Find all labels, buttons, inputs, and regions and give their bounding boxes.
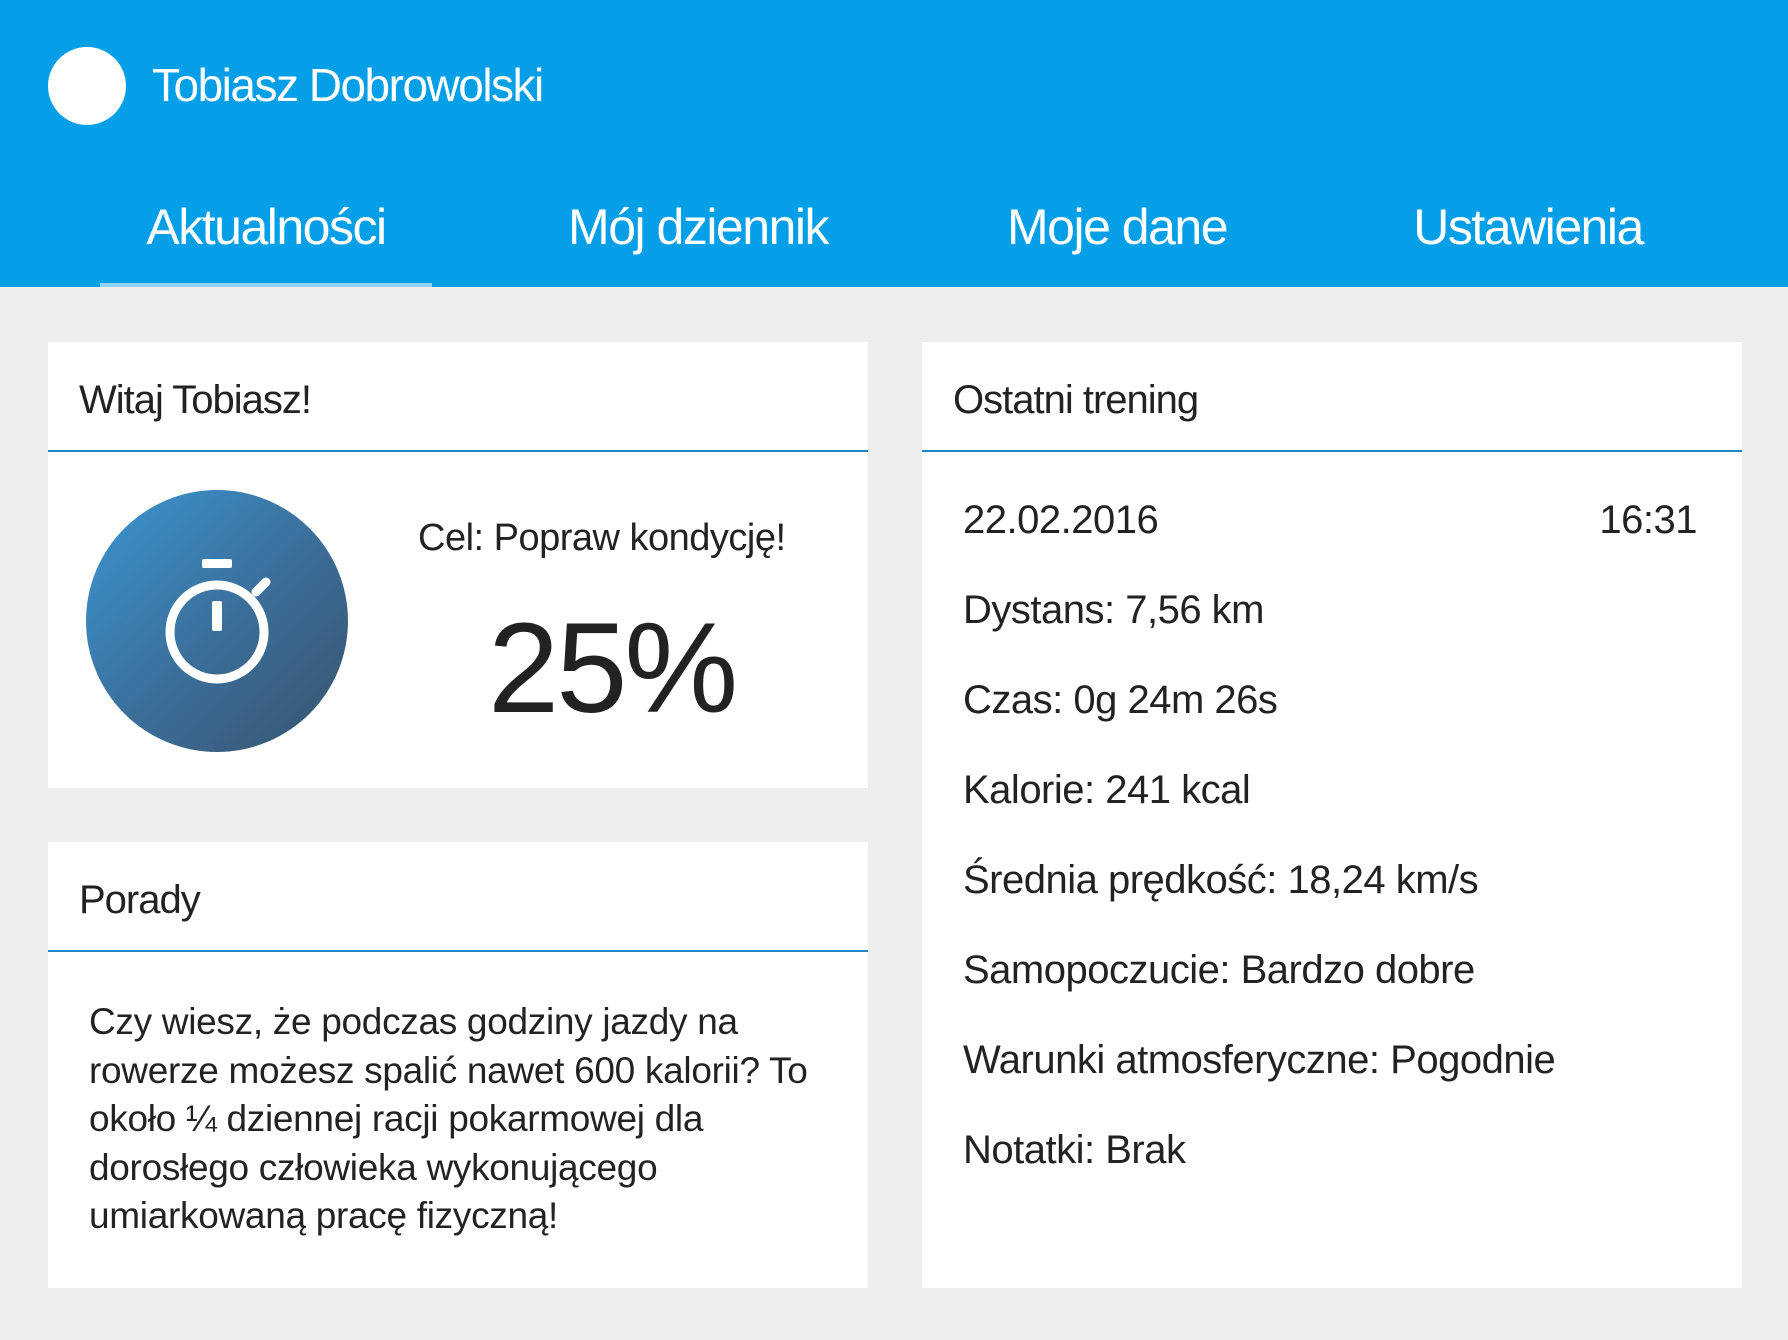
tips-card-header: Porady (48, 842, 868, 952)
avatar[interactable] (48, 47, 126, 125)
tab-label: Moje dane (1007, 199, 1229, 255)
user-name: Tobiasz Dobrowolski (152, 59, 544, 111)
training-wellbeing: Samopoczucie: Bardzo dobre (963, 948, 1475, 992)
tab-label: Aktualności (146, 199, 387, 255)
training-avg-speed: Średnia prędkość: 18,24 km/s (963, 858, 1479, 902)
training-distance: Dystans: 7,56 km (963, 588, 1265, 632)
tips-title: Porady (79, 878, 201, 922)
last-training-header: Ostatni trening (922, 342, 1742, 452)
training-weather: Warunki atmosferyczne: Pogodnie (963, 1038, 1556, 1082)
tip-text: Czy wiesz, że podczas godziny jazdy na r… (89, 1001, 808, 1236)
welcome-title: Witaj Tobiasz! (79, 378, 312, 422)
tab-aktualnosci[interactable]: Aktualności (100, 198, 432, 287)
last-training-card: Ostatni trening 22.02.2016 16:31 Dystans… (922, 342, 1742, 1288)
goal-progress-value: 25% (488, 597, 738, 740)
last-training-title: Ostatni trening (953, 378, 1199, 422)
welcome-card: Witaj Tobiasz! Cel: Popraw kondycję! 25% (48, 342, 868, 788)
training-date: 22.02.2016 (963, 498, 1159, 542)
tab-moje-dane[interactable]: Moje dane (990, 198, 1244, 287)
goal-badge (86, 490, 348, 752)
tab-label: Ustawienia (1413, 199, 1644, 255)
welcome-card-header: Witaj Tobiasz! (48, 342, 868, 452)
stopwatch-icon (165, 559, 271, 684)
tips-card: Porady Czy wiesz, że podczas godziny jaz… (48, 842, 868, 1288)
tab-moj-dziennik[interactable]: Mój dziennik (540, 198, 856, 287)
tab-label: Mój dziennik (568, 199, 829, 255)
training-time: 16:31 (1599, 498, 1697, 542)
training-notes: Notatki: Brak (963, 1128, 1186, 1172)
goal-label: Cel: Popraw kondycję! (418, 517, 786, 559)
tab-ustawienia[interactable]: Ustawienia (1396, 198, 1660, 287)
training-duration: Czas: 0g 24m 26s (963, 678, 1278, 722)
training-calories: Kalorie: 241 kcal (963, 768, 1251, 812)
app-header: Tobiasz Dobrowolski Aktualności Mój dzie… (0, 0, 1788, 287)
